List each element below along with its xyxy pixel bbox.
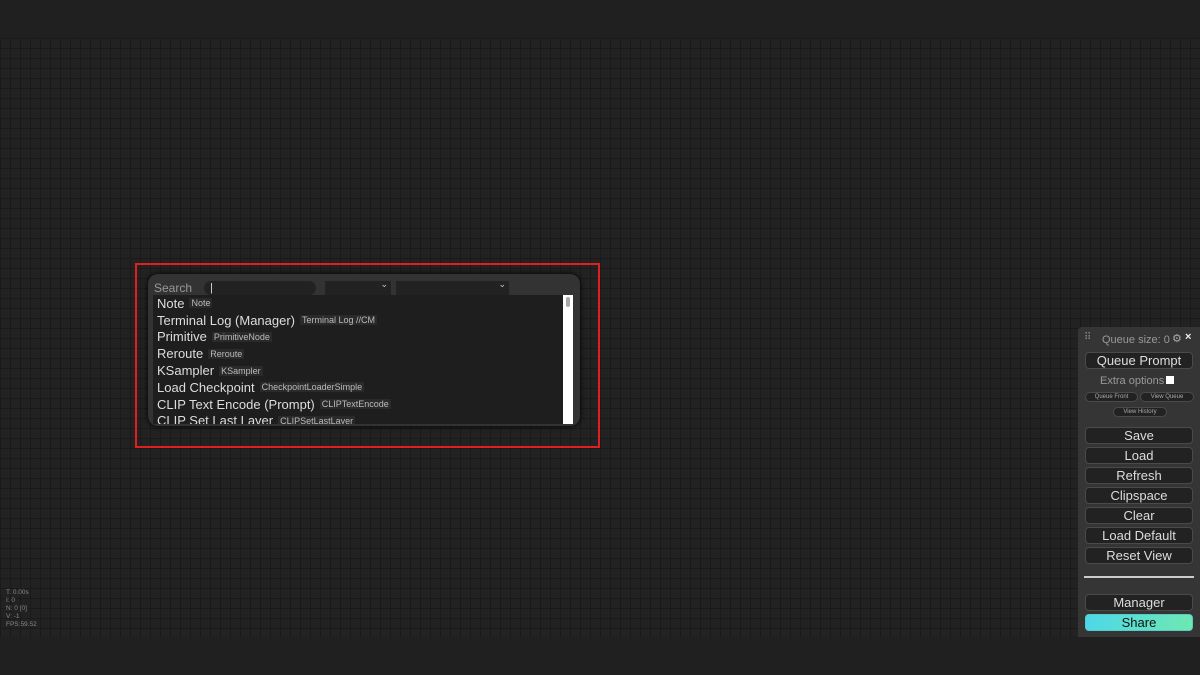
gear-icon[interactable]: ⚙ bbox=[1172, 332, 1182, 345]
node-title: Primitive bbox=[157, 329, 207, 345]
node-type: Terminal Log //CM bbox=[300, 315, 378, 326]
node-title: CLIP Set Last Layer bbox=[157, 413, 274, 424]
search-result-item[interactable]: Reroute Reroute bbox=[153, 345, 573, 362]
refresh-button[interactable]: Refresh bbox=[1085, 467, 1193, 484]
search-result-item[interactable]: KSampler KSampler bbox=[153, 362, 573, 379]
search-result-item[interactable]: Terminal Log (Manager) Terminal Log //CM bbox=[153, 312, 573, 329]
manager-button[interactable]: Manager bbox=[1085, 594, 1193, 611]
output-type-filter[interactable]: ⌄ bbox=[396, 279, 509, 295]
clipspace-button[interactable]: Clipspace bbox=[1085, 487, 1193, 504]
search-results-list: Note Note Terminal Log (Manager) Terminal L… bbox=[153, 295, 573, 424]
node-type: Reroute bbox=[208, 348, 245, 359]
node-search-dialog: Search | ⌄ ⌄ Note Note Terminal Log (Manag… bbox=[148, 274, 580, 426]
node-type: CheckpointLoaderSimple bbox=[259, 382, 365, 393]
load-default-button[interactable]: Load Default bbox=[1085, 527, 1193, 544]
node-type: CLIPSetLastLayer bbox=[278, 415, 356, 424]
node-title: KSampler bbox=[157, 363, 215, 379]
search-label: Search bbox=[154, 281, 193, 295]
node-type: PrimitiveNode bbox=[211, 331, 272, 342]
extra-options-label: Extra options bbox=[1100, 375, 1165, 387]
node-type: CLIPTextEncode bbox=[319, 399, 391, 410]
node-title: Reroute bbox=[157, 346, 204, 362]
stat-line: V: -1 bbox=[6, 613, 20, 620]
queue-size: Queue size: 0 bbox=[1102, 334, 1170, 346]
node-type: Note bbox=[189, 298, 213, 309]
stat-line: N: 0 [0] bbox=[6, 605, 27, 612]
search-result-item[interactable]: Note Note bbox=[153, 295, 573, 312]
load-button[interactable]: Load bbox=[1085, 447, 1193, 464]
search-result-item[interactable]: Load Checkpoint CheckpointLoaderSimple bbox=[153, 379, 573, 396]
stat-line: I: 0 bbox=[6, 597, 16, 604]
node-title: CLIP Text Encode (Prompt) bbox=[157, 396, 315, 412]
comfy-menu: ⠿ Queue size: 0 ⚙ × Queue Prompt Extra o… bbox=[1078, 327, 1200, 637]
chevron-down-icon: ⌄ bbox=[380, 279, 388, 289]
close-icon[interactable]: × bbox=[1185, 331, 1191, 343]
node-type: KSampler bbox=[219, 365, 263, 376]
share-button[interactable]: Share bbox=[1085, 614, 1193, 631]
stat-line: FPS:59.52 bbox=[6, 621, 37, 628]
drag-handle-icon[interactable]: ⠿ bbox=[1084, 332, 1091, 343]
search-result-item[interactable]: Primitive PrimitiveNode bbox=[153, 329, 573, 346]
scrollbar[interactable] bbox=[563, 295, 573, 424]
reset-view-button[interactable]: Reset View bbox=[1085, 547, 1193, 564]
node-title: Note bbox=[157, 295, 185, 311]
view-queue-button[interactable]: View Queue bbox=[1140, 392, 1194, 402]
stats-readout: T: 0.00s I: 0 N: 0 [0] V: -1 FPS:59.52 bbox=[6, 589, 37, 629]
extra-options-checkbox[interactable] bbox=[1166, 376, 1174, 384]
input-type-filter[interactable]: ⌄ bbox=[325, 279, 391, 295]
search-result-item[interactable]: CLIP Text Encode (Prompt) CLIPTextEncode bbox=[153, 396, 573, 413]
queue-front-button[interactable]: Queue Front bbox=[1085, 392, 1138, 402]
stat-line: T: 0.00s bbox=[6, 589, 29, 596]
clear-button[interactable]: Clear bbox=[1085, 507, 1193, 524]
chevron-down-icon: ⌄ bbox=[498, 279, 506, 289]
view-history-button[interactable]: View History bbox=[1113, 407, 1167, 417]
node-title: Terminal Log (Manager) bbox=[157, 312, 296, 328]
save-button[interactable]: Save bbox=[1085, 427, 1193, 444]
divider bbox=[1084, 576, 1194, 578]
queue-prompt-button[interactable]: Queue Prompt bbox=[1085, 352, 1193, 369]
node-title: Load Checkpoint bbox=[157, 379, 255, 395]
search-input[interactable]: | bbox=[204, 281, 316, 295]
search-result-item[interactable]: CLIP Set Last Layer CLIPSetLastLayer bbox=[153, 413, 573, 424]
